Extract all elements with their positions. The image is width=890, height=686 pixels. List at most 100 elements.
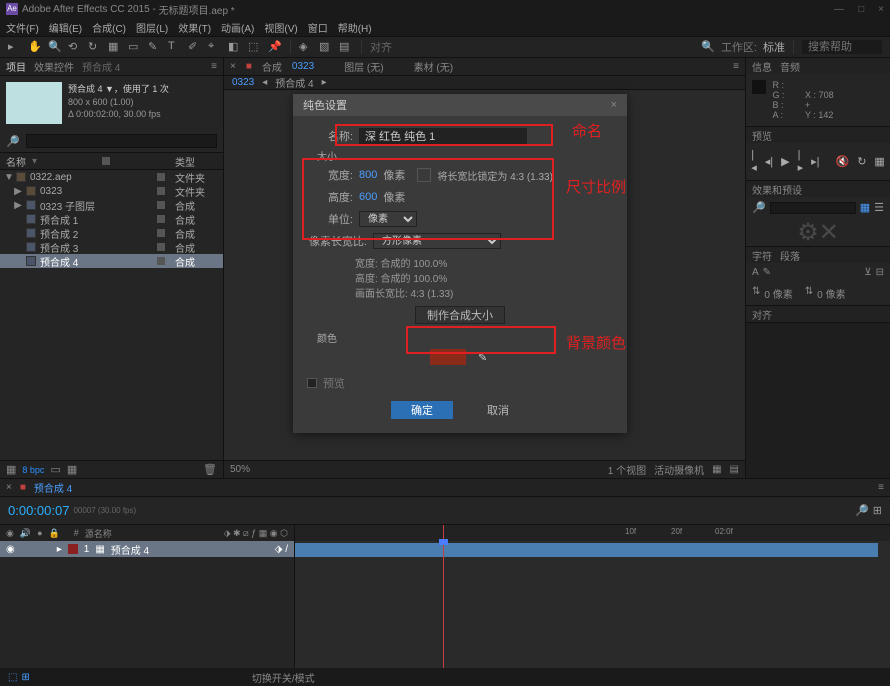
menu-file[interactable]: 文件(F) <box>6 20 39 35</box>
menu-view[interactable]: 视图(V) <box>264 20 297 35</box>
tl-search-icon[interactable]: 🔎 <box>855 504 869 517</box>
layer-eye-icon[interactable]: ◉ <box>6 544 15 555</box>
eyedropper-icon[interactable]: ✎ <box>763 267 771 278</box>
layer-bar[interactable] <box>295 543 878 557</box>
tab-paragraph[interactable]: 段落 <box>780 248 800 263</box>
roto-tool-icon[interactable]: ⬚ <box>248 40 262 54</box>
project-item[interactable]: ▼0322.aep文件夹 <box>0 170 223 184</box>
menu-layer[interactable]: 图层(L) <box>136 20 168 35</box>
close-icon[interactable]: × <box>878 4 884 15</box>
col-name[interactable]: 名称 <box>6 154 26 169</box>
project-list[interactable]: ▼0322.aep文件夹▶0323文件夹▶0323 子图层合成预合成 1合成预合… <box>0 170 223 460</box>
mask-tool-icon[interactable]: ▧ <box>319 40 333 54</box>
camera-tool-icon[interactable]: ▦ <box>108 40 122 54</box>
loop-icon[interactable]: ↻ <box>857 155 866 168</box>
hand-tool-icon[interactable]: ✋ <box>28 40 42 54</box>
orbit-tool-icon[interactable]: ⟲ <box>68 40 82 54</box>
viewer-opt-icon[interactable]: ▦ <box>712 464 721 475</box>
list-view-icon[interactable]: ☰ <box>874 201 884 214</box>
menu-effect[interactable]: 效果(T) <box>178 20 211 35</box>
preview-opt-icon[interactable]: ▦ <box>874 155 884 168</box>
pen-tool-icon[interactable]: ✎ <box>148 40 162 54</box>
selection-tool-icon[interactable]: ▸ <box>8 40 22 54</box>
view-layout[interactable]: 1 个视图 <box>608 462 646 477</box>
unit-select[interactable]: 像素 <box>359 211 417 227</box>
layer-row[interactable]: ◉ ▸ 1 ▦ 预合成 4 ⬗ / <box>0 541 294 557</box>
project-item[interactable]: 预合成 3合成 <box>0 240 223 254</box>
anchor-tool-icon[interactable]: ▭ <box>128 40 142 54</box>
cancel-button[interactable]: 取消 <box>467 401 529 419</box>
panel-menu-icon[interactable]: ≡ <box>878 482 884 493</box>
tab-project[interactable]: 项目 <box>6 59 26 74</box>
menu-help[interactable]: 帮助(H) <box>338 20 372 35</box>
trash-icon[interactable]: 🗑 <box>203 463 217 476</box>
first-frame-icon[interactable]: |◂ <box>751 149 757 174</box>
menu-anim[interactable]: 动画(A) <box>221 20 254 35</box>
link-dimensions-icon[interactable] <box>417 168 431 182</box>
tab-character[interactable]: 字符 <box>752 248 772 263</box>
minimize-icon[interactable]: — <box>834 4 844 15</box>
status-icon2[interactable]: ⊞ <box>21 672 29 683</box>
clone-tool-icon[interactable]: ⌖ <box>208 40 222 54</box>
current-time[interactable]: 0:00:00:07 <box>8 503 69 518</box>
viewer-close-icon[interactable]: × <box>230 61 236 72</box>
tab-info[interactable]: 信息 <box>752 59 772 74</box>
tab-preview[interactable]: 预览 <box>752 128 772 143</box>
height-value[interactable]: 600 <box>359 191 377 203</box>
prev-frame-icon[interactable]: ◂| <box>765 155 773 168</box>
menu-window[interactable]: 窗口 <box>308 20 328 35</box>
tl-comp-name[interactable]: 预合成 4 <box>34 480 72 495</box>
breadcrumb-comp[interactable]: 0323 <box>232 77 254 88</box>
last-frame-icon[interactable]: ▸| <box>811 155 819 168</box>
lock-col-icon[interactable]: 🔒 <box>49 528 60 539</box>
text-tool-icon[interactable]: T <box>168 40 182 54</box>
ok-button[interactable]: 确定 <box>391 401 453 419</box>
playhead[interactable] <box>443 525 444 668</box>
strike-icon[interactable]: ⊟ <box>876 267 884 278</box>
help-search-input[interactable] <box>802 40 882 54</box>
tab-footage[interactable]: 素材 (无) <box>414 59 453 74</box>
tab-effect-controls[interactable]: 效果控件 <box>34 59 74 74</box>
timeline-track-area[interactable]: 10f 20f 02:0f <box>295 525 890 668</box>
tab-comp[interactable]: 合成 <box>262 59 282 74</box>
eye-col-icon[interactable]: ◉ <box>6 528 14 539</box>
interpret-icon[interactable]: ▦ <box>6 463 16 476</box>
search-icon[interactable]: 🔎 <box>6 135 20 148</box>
project-item[interactable]: 预合成 1合成 <box>0 212 223 226</box>
play-icon[interactable]: ▶ <box>781 155 789 168</box>
tl-close-icon[interactable]: × <box>6 482 12 493</box>
tab-fx-presets[interactable]: 效果和预设 <box>752 182 802 197</box>
maximize-icon[interactable]: □ <box>858 4 864 15</box>
viewer-lock-icon[interactable]: ■ <box>246 61 252 72</box>
workspace-preset[interactable]: 标准 <box>763 39 785 55</box>
panel-menu-icon[interactable]: ≡ <box>733 61 739 72</box>
font-size[interactable]: 0 像素 <box>764 286 792 301</box>
layer-name[interactable]: 预合成 4 <box>111 542 149 557</box>
fx-search-input[interactable] <box>770 202 856 214</box>
bpc-toggle[interactable]: 8 bpc <box>22 465 44 475</box>
tab-align[interactable]: 对齐 <box>752 307 772 322</box>
width-value[interactable]: 800 <box>359 169 377 181</box>
make-comp-size-button[interactable]: 制作合成大小 <box>415 306 505 324</box>
active-camera[interactable]: 活动摄像机 <box>654 462 704 477</box>
viewer-opt2-icon[interactable]: ▤ <box>730 464 739 475</box>
comp-tab-name[interactable]: 0323 <box>292 61 314 72</box>
mute-icon[interactable]: 🔇 <box>836 155 850 168</box>
zoom-tool-icon[interactable]: 🔍 <box>48 40 62 54</box>
search-icon[interactable]: 🔍 <box>701 40 715 54</box>
new-folder-icon[interactable]: ▭ <box>50 463 60 476</box>
project-item[interactable]: 预合成 2合成 <box>0 226 223 240</box>
leading[interactable]: 0 像素 <box>817 286 845 301</box>
status-icon[interactable]: ⬚ <box>8 672 17 683</box>
tl-lock-icon[interactable]: ■ <box>20 482 26 493</box>
search-icon[interactable]: 🔎 <box>752 201 766 214</box>
lock-ratio-label[interactable]: 将长宽比锁定为 4:3 (1.33) <box>437 168 553 183</box>
eraser-tool-icon[interactable]: ◧ <box>228 40 242 54</box>
color-swatch[interactable] <box>430 349 466 365</box>
label-col-icon[interactable] <box>102 157 110 165</box>
puppet-tool-icon[interactable]: 📌 <box>268 40 282 54</box>
menu-edit[interactable]: 编辑(E) <box>49 20 82 35</box>
snap-toggle[interactable]: 对齐 <box>370 39 392 55</box>
menu-comp[interactable]: 合成(C) <box>92 20 126 35</box>
preview-checkbox[interactable] <box>307 378 317 388</box>
